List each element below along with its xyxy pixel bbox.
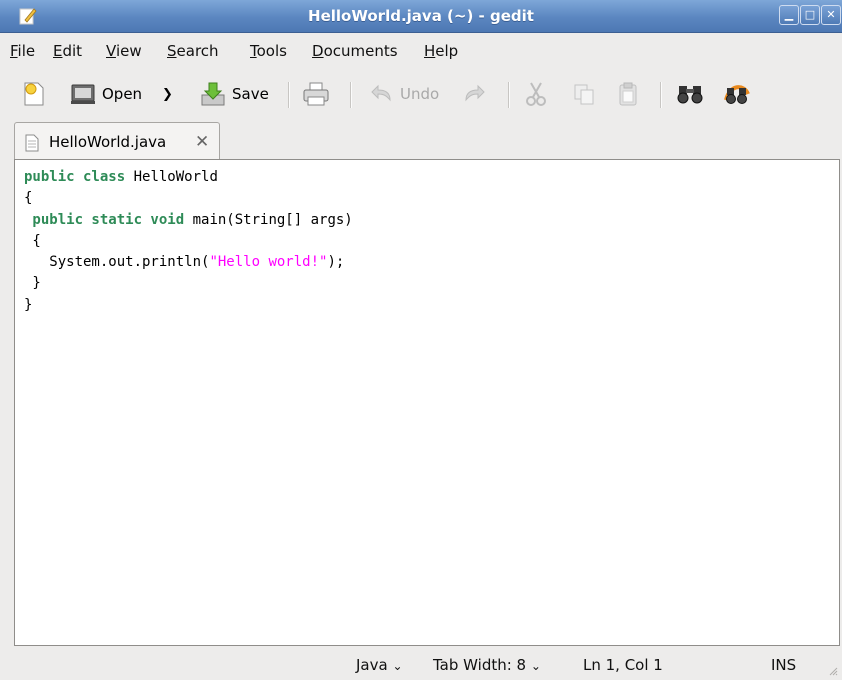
menu-view-mnemonic: V	[106, 42, 116, 60]
menu-view[interactable]: View	[106, 42, 142, 60]
copy-icon	[574, 84, 594, 105]
chevron-down-icon: ⌄	[530, 659, 541, 673]
menu-edit-label: dit	[62, 42, 83, 60]
toolbar: Open ❯ Save Undo	[0, 70, 842, 118]
status-bar: Java ⌄ Tab Width: 8 ⌄ Ln 1, Col 1 INS	[0, 648, 842, 680]
string-token: "Hello world!"	[209, 254, 328, 271]
menu-search-mnemonic: S	[167, 42, 177, 60]
tab-label: HelloWorld.java	[49, 133, 167, 151]
tab-close-icon[interactable]: ✕	[195, 132, 209, 152]
menu-tools-mnemonic: T	[250, 42, 257, 60]
paste-button[interactable]	[616, 78, 640, 110]
copy-button[interactable]	[572, 78, 596, 110]
find-button[interactable]	[676, 78, 704, 110]
minimize-button[interactable]: ▁	[779, 5, 799, 25]
tab-width-label: Tab Width: 8	[433, 656, 527, 674]
menu-documents-mnemonic: D	[312, 42, 324, 60]
code-line[interactable]: {	[24, 231, 353, 252]
replace-icon	[724, 85, 750, 104]
open-icon	[71, 84, 95, 104]
maximize-icon: □	[804, 8, 816, 21]
menu-tools-label: ools	[256, 42, 287, 60]
code-line[interactable]: {	[24, 188, 353, 209]
maximize-button[interactable]: □	[800, 5, 820, 25]
code-token: main(String[] args)	[184, 211, 353, 228]
undo-button[interactable]: Undo	[370, 78, 439, 110]
menu-search-label: earch	[176, 42, 219, 60]
toolbar-separator	[660, 82, 662, 108]
menu-view-label: iew	[115, 42, 142, 60]
menu-tools[interactable]: Tools	[250, 42, 287, 60]
print-button[interactable]	[302, 78, 330, 110]
tab-width-selector[interactable]: Tab Width: 8 ⌄	[433, 656, 541, 674]
menu-help-label: elp	[435, 42, 459, 60]
keyword-token: public class	[24, 169, 126, 185]
new-document-button[interactable]	[22, 78, 46, 110]
minimize-icon: ▁	[784, 8, 794, 21]
open-button[interactable]: Open	[70, 78, 142, 110]
toolbar-separator	[350, 82, 352, 108]
code-token: HelloWorld	[125, 169, 218, 185]
code-line[interactable]: public static void main(String[] args)	[24, 210, 353, 231]
save-icon	[201, 82, 225, 106]
code-line[interactable]: public class HelloWorld	[24, 167, 353, 188]
cursor-position: Ln 1, Col 1	[583, 656, 663, 674]
print-icon	[303, 82, 329, 106]
window-title: HelloWorld.java (~) - gedit	[308, 7, 534, 25]
document-icon	[25, 134, 39, 152]
code-line[interactable]: }	[24, 273, 353, 294]
open-recent-dropdown[interactable]: ❯	[162, 78, 173, 110]
menu-file-mnemonic: F	[10, 42, 18, 60]
chevron-down-icon: ❯	[162, 86, 173, 102]
code-token: {	[24, 190, 33, 207]
menu-documents-label: ocuments	[323, 42, 398, 60]
menu-file[interactable]: File	[10, 42, 35, 60]
code-token: );	[327, 254, 345, 271]
title-bar: HelloWorld.java (~) - gedit ▁ □ ✕	[0, 0, 842, 33]
redo-icon	[465, 84, 485, 102]
find-replace-button[interactable]	[722, 78, 752, 110]
insert-mode-indicator: INS	[771, 656, 797, 674]
redo-button[interactable]	[462, 78, 486, 110]
resize-grip-icon[interactable]	[826, 664, 838, 676]
save-button[interactable]: Save	[200, 78, 269, 110]
code-token: {	[24, 232, 41, 249]
code-token: System.out.println(	[24, 254, 210, 271]
chevron-down-icon: ⌄	[392, 659, 403, 673]
undo-icon	[371, 84, 391, 102]
code-line[interactable]: System.out.println("Hello world!");	[24, 252, 353, 273]
code-token: }	[24, 275, 41, 292]
code-line[interactable]: }	[24, 295, 353, 316]
menu-documents[interactable]: Documents	[312, 42, 398, 60]
menu-search[interactable]: Search	[167, 42, 219, 60]
undo-label: Undo	[400, 85, 440, 103]
code-content[interactable]: public class HelloWorld { public static v…	[24, 167, 353, 316]
open-label: Open	[102, 85, 143, 103]
find-icon	[677, 86, 703, 104]
text-editor[interactable]: public class HelloWorld { public static v…	[14, 159, 840, 646]
menu-help[interactable]: Help	[424, 42, 458, 60]
cut-button[interactable]	[524, 78, 548, 110]
menu-file-label: ile	[17, 42, 36, 60]
menu-help-mnemonic: H	[424, 42, 436, 60]
code-token: }	[24, 296, 33, 313]
cut-icon	[526, 82, 546, 106]
close-window-button[interactable]: ✕	[821, 5, 841, 25]
tab-helloworld-java[interactable]: HelloWorld.java ✕	[14, 122, 220, 160]
new-document-icon	[24, 82, 44, 106]
toolbar-separator	[508, 82, 510, 108]
paste-icon	[619, 82, 637, 106]
language-label: Java	[356, 656, 388, 674]
menu-bar: File Edit View Search Tools Documents He…	[0, 33, 842, 65]
toolbar-separator	[288, 82, 290, 108]
keyword-token: public static void	[24, 211, 185, 228]
language-selector[interactable]: Java ⌄	[356, 656, 403, 674]
menu-edit[interactable]: Edit	[53, 42, 82, 60]
close-icon: ✕	[826, 8, 836, 21]
save-label: Save	[232, 85, 269, 103]
